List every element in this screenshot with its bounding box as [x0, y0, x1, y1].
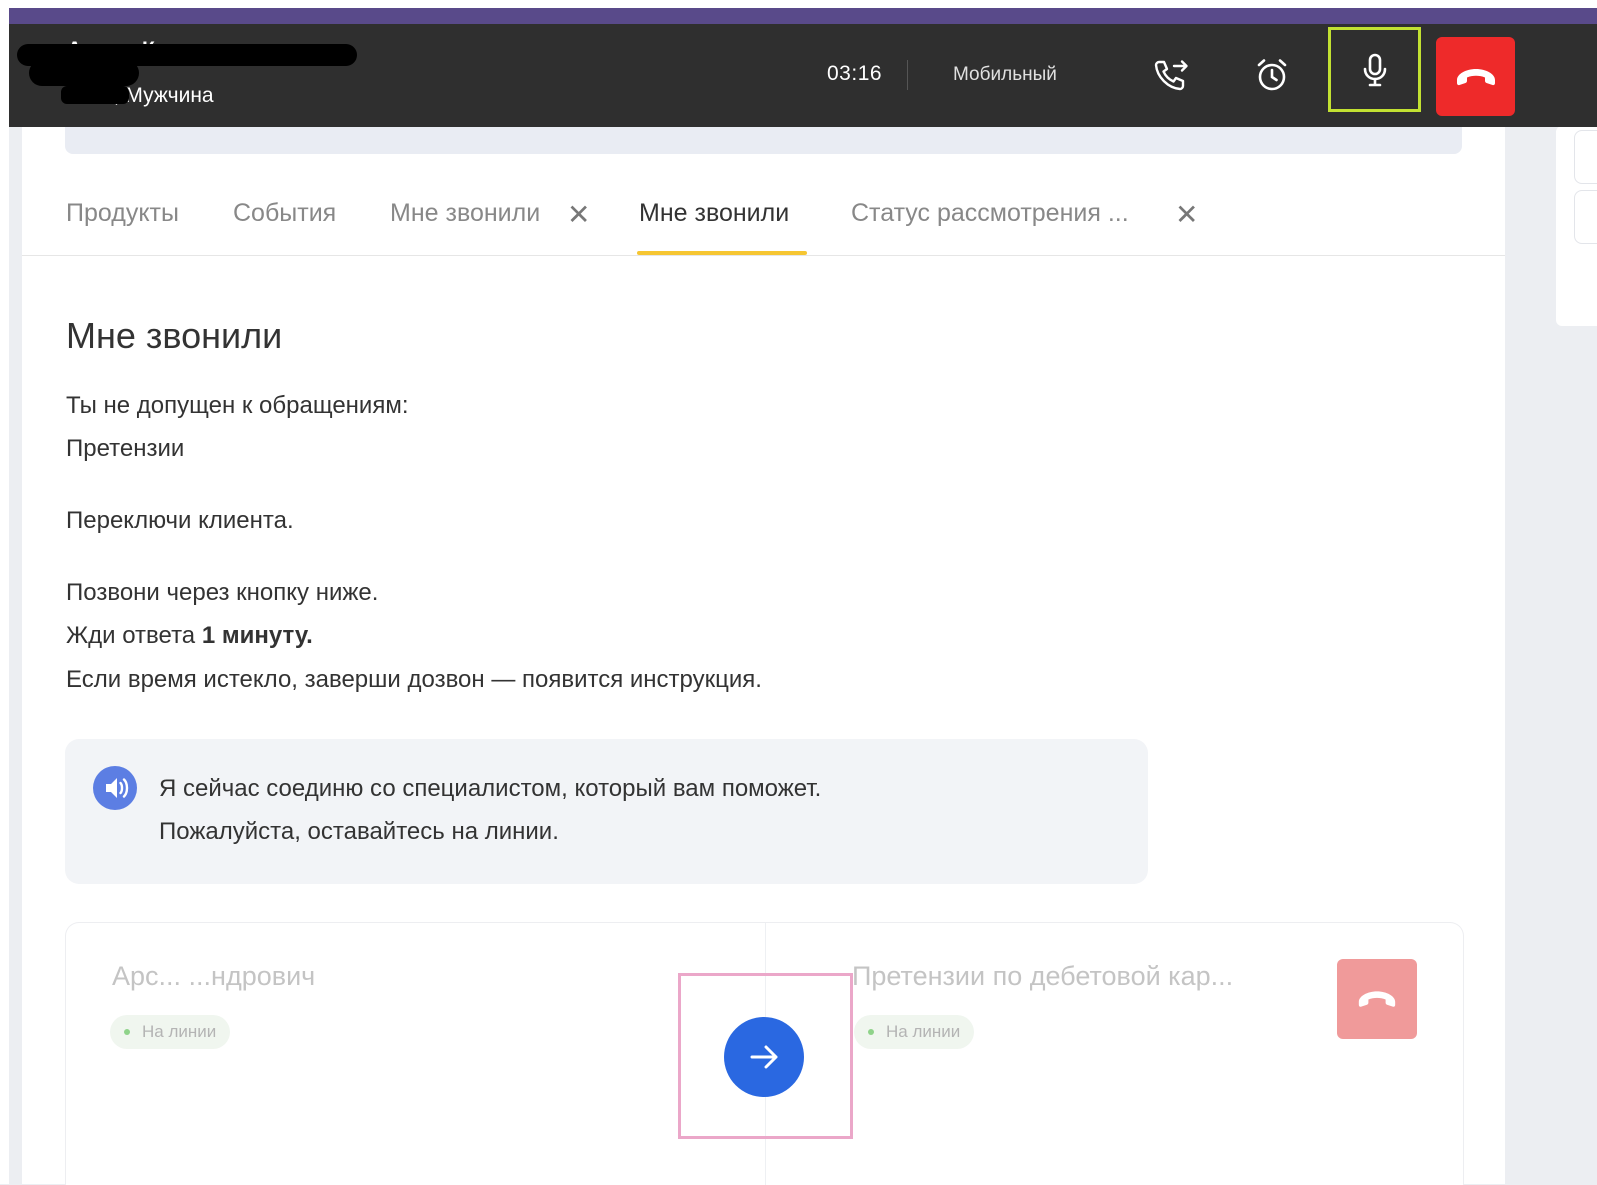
active-tab-indicator: [637, 251, 807, 255]
wait-duration: 1 минуту.: [201, 622, 313, 649]
main-content: Продукты События Мне звонили ✕ Мне звони…: [22, 127, 1505, 1185]
redaction-mark: [61, 86, 129, 104]
call-transfer-button[interactable]: [1145, 50, 1195, 100]
tab-called-me-active[interactable]: Мне звонили: [639, 199, 789, 228]
script-line-1: Я сейчас соединю со специалистом, которы…: [159, 775, 822, 802]
call-below-text: Позвони через кнопку ниже.: [66, 579, 379, 606]
category-text: Претензии: [66, 435, 185, 462]
transfer-card: Арс... ...ндрович На линии Претензии по …: [65, 922, 1464, 1185]
page-title: Мне звонили: [66, 315, 283, 356]
operator-name: Арс... ...ндрович: [112, 961, 316, 991]
status-text: На линии: [886, 1022, 961, 1041]
app-top-strip: [9, 8, 1597, 24]
call-timer: 03:16: [827, 62, 883, 85]
status-badge: На линии: [110, 1015, 231, 1049]
hang-up-button[interactable]: [1436, 37, 1515, 116]
script-box: Я сейчас соединю со специалистом, которы…: [65, 739, 1148, 884]
right-panel-field[interactable]: [1574, 190, 1597, 244]
right-side-panel: [1556, 126, 1597, 326]
divider: [907, 60, 908, 90]
script-line-2: Пожалуйста, оставайтесь на линии.: [159, 818, 559, 845]
wait-text: Жди ответа 1 минуту.: [66, 622, 313, 650]
tab-events[interactable]: События: [233, 199, 336, 228]
hang-up-icon: [1358, 991, 1396, 1007]
phone-type: Мобильный: [953, 64, 1057, 85]
switch-client-text: Переключи клиента.: [66, 507, 294, 534]
tab-products[interactable]: Продукты: [66, 199, 179, 228]
tab-review-status[interactable]: Статус рассмотрения ...: [851, 199, 1129, 228]
call-bar: Ан.. ..ч К.. .. .. 19 ..., Мужчина 03:16…: [9, 24, 1597, 127]
status-dot: [124, 1029, 130, 1035]
speaker-icon: [93, 766, 137, 810]
window-frame-left: [0, 0, 9, 1184]
target-department: Претензии по дебетовой кар...: [852, 961, 1234, 991]
timeout-text: Если время истекло, заверши дозвон — поя…: [66, 666, 762, 693]
call-transfer-icon: [1154, 60, 1188, 91]
alarm-clock-icon: [1257, 59, 1287, 91]
redaction-mark: [29, 60, 139, 86]
collapsed-banner: [65, 127, 1462, 154]
hang-up-icon: [1456, 68, 1495, 85]
window-frame-top: [0, 0, 1597, 8]
status-dot: [868, 1029, 874, 1035]
microphone-button[interactable]: [1328, 27, 1421, 112]
close-tab-review-status-icon[interactable]: ✕: [1175, 201, 1198, 229]
highlight-frame: [678, 973, 853, 1139]
tab-called-me[interactable]: Мне звонили: [390, 199, 540, 228]
right-panel-field[interactable]: [1574, 130, 1597, 184]
tab-bar: Продукты События Мне звонили ✕ Мне звони…: [22, 175, 1505, 256]
wait-prefix: Жди ответа: [66, 622, 202, 649]
cancel-transfer-button[interactable]: [1337, 959, 1417, 1039]
status-badge: На линии: [854, 1015, 975, 1049]
status-text: На линии: [142, 1022, 217, 1041]
postpone-timer-button[interactable]: [1247, 50, 1297, 100]
not-allowed-text: Ты не допущен к обращениям:: [66, 392, 409, 419]
close-tab-called-me-icon[interactable]: ✕: [567, 201, 590, 229]
microphone-icon: [1363, 53, 1386, 86]
